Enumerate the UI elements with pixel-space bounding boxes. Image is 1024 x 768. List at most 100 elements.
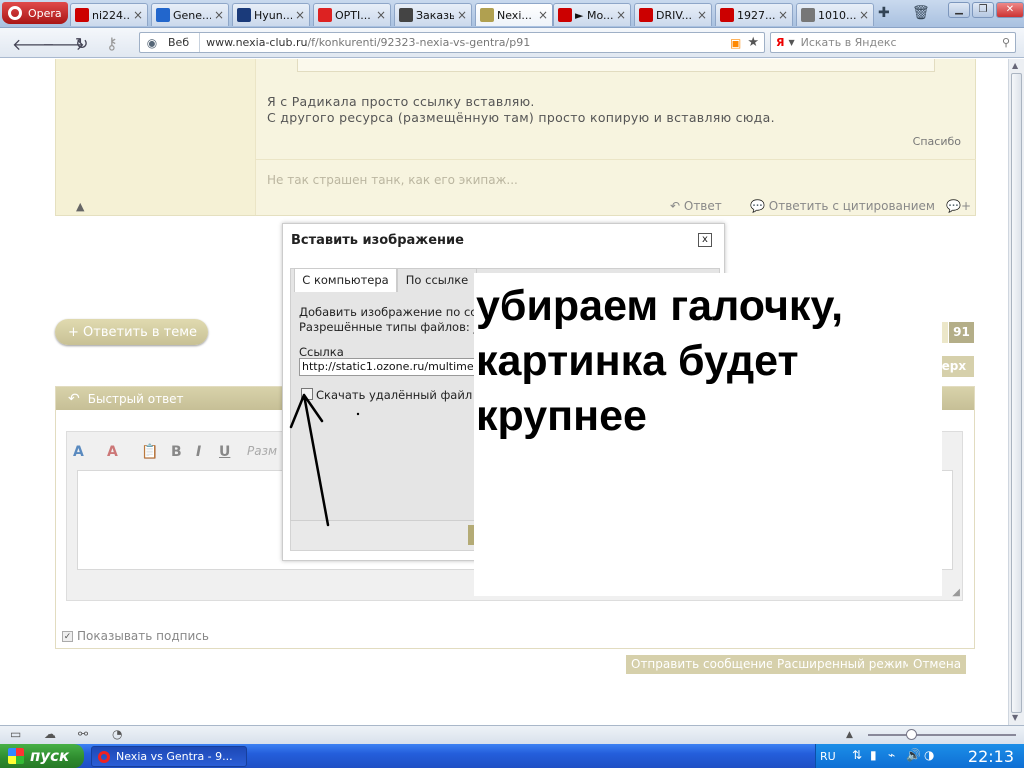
cloud-icon[interactable]: ☁ (44, 727, 56, 741)
show-signature-checkbox[interactable]: ✓ (62, 630, 73, 642)
close-tab-icon[interactable]: × (295, 8, 305, 22)
browser-tab-label: Gene... (173, 8, 211, 22)
annotation-text: убираем галочку, картинка будет крупнее (476, 282, 844, 440)
close-tab-icon[interactable]: × (214, 8, 224, 22)
minimize-button[interactable]: ▁ (948, 2, 970, 18)
zoom-caret-icon[interactable]: ▲ (846, 730, 853, 740)
bookmark-star-icon[interactable]: ★ (747, 35, 759, 50)
close-tab-icon[interactable]: × (538, 8, 548, 22)
share-icon[interactable]: ⚯ (78, 727, 88, 741)
browser-tab[interactable]: 1010... × (796, 3, 874, 26)
trash-icon[interactable]: 🗑 (912, 5, 930, 21)
tray-app-icon[interactable]: ◑ (924, 748, 934, 762)
tab-by-link[interactable]: По ссылке (397, 268, 477, 292)
zoom-slider-knob[interactable] (906, 729, 917, 740)
url-text[interactable]: www.nexia-club.ru/f/konkurenti/92323-nex… (200, 36, 730, 49)
post-body: Я с Радикала просто ссылку вставляю. С д… (267, 94, 775, 126)
new-tab-icon[interactable]: ✚ (878, 5, 890, 21)
underline-icon[interactable]: U (219, 444, 230, 460)
feed-icon[interactable]: ▣ (730, 36, 741, 50)
dialog-desc-line: Разрешённые типы файлов: jpg (299, 320, 492, 334)
browser-tab[interactable]: DRIV... × (634, 3, 712, 26)
scroll-top-button[interactable]: верх (938, 356, 974, 377)
reply-quote-button[interactable]: 💬 Ответить с цитированием (750, 199, 935, 213)
search-placeholder: Искать в Яндекс (800, 36, 897, 49)
tab-bar: Opera ni224... × Gene... × Hyun... × OPTI... × З… (0, 0, 1024, 28)
scroll-top-label: верх (938, 359, 967, 373)
close-tab-icon[interactable]: × (457, 8, 467, 22)
u-letter-icon (720, 8, 734, 22)
yandex-icon (318, 8, 332, 22)
tab-from-computer[interactable]: С компьютера (294, 268, 397, 292)
usb-icon[interactable]: ⌁ (888, 748, 895, 762)
reply-in-topic-button[interactable]: + Ответить в теме (55, 319, 208, 345)
browser-tab[interactable]: Nexi... × (475, 3, 553, 26)
start-button[interactable]: пуск (0, 744, 84, 768)
post-line: Я с Радикала просто ссылку вставляю. (267, 94, 535, 109)
font-color-icon[interactable]: A (73, 444, 84, 460)
close-window-button[interactable]: ✕ (996, 2, 1024, 18)
close-tab-icon[interactable]: × (616, 8, 626, 22)
volume-icon[interactable]: 🔊 (906, 748, 921, 762)
panel-toggle-icon[interactable]: ▭ (10, 727, 21, 741)
browser-tab[interactable]: 1927... × (715, 3, 793, 26)
dialog-desc-line: Добавить изображение по ссы (299, 305, 486, 319)
scroll-up-icon[interactable]: ▲ (1012, 61, 1018, 70)
maximize-button[interactable]: ❐ (972, 2, 994, 18)
chevron-down-icon[interactable]: ▼ (788, 38, 794, 47)
annotation-overlay: убираем галочку, картинка будет крупнее (474, 273, 942, 596)
report-warning-icon[interactable]: ▲ (76, 200, 84, 213)
show-signature-option[interactable]: ✓ Показывать подпись (62, 629, 209, 643)
browser-tab[interactable]: Gene... × (151, 3, 229, 26)
close-tab-icon[interactable]: × (376, 8, 386, 22)
dialog-close-button[interactable]: x (698, 233, 712, 247)
search-field[interactable]: Я ▼ Искать в Яндекс ⚲ (770, 32, 1016, 53)
scroll-down-icon[interactable]: ▼ (1012, 713, 1018, 722)
address-field[interactable]: ◉ Веб www.nexia-club.ru/f/konkurenti/923… (139, 32, 765, 53)
remove-format-icon[interactable]: A (107, 444, 118, 460)
opera-menu-button[interactable]: Opera (2, 2, 68, 24)
close-tab-icon[interactable]: × (859, 8, 869, 22)
download-remote-checkbox[interactable] (301, 388, 313, 400)
paste-icon[interactable]: 📋 (141, 444, 158, 460)
speed-dial-icon[interactable]: ◔ (112, 727, 122, 741)
multiquote-icon[interactable]: 💬+ (946, 199, 971, 213)
yandex-icon: Я (776, 36, 785, 49)
opera-menu-label: Opera (28, 6, 62, 20)
search-icon[interactable]: ⚲ (1002, 36, 1010, 49)
zoom-slider[interactable] (868, 729, 1016, 740)
reply-button[interactable]: ↶ Ответ (670, 199, 722, 213)
browser-tab[interactable]: OPTI... × (313, 3, 391, 26)
font-size-select[interactable]: Разм (247, 444, 277, 458)
reload-icon[interactable]: ↻ (75, 34, 88, 53)
language-indicator[interactable]: RU (820, 750, 836, 763)
browser-tab[interactable]: Заказы × (394, 3, 472, 26)
link-input[interactable]: http://static1.ozone.ru/multimedia (299, 358, 499, 376)
bold-icon[interactable]: B (171, 444, 182, 460)
close-tab-icon[interactable]: × (778, 8, 788, 22)
resize-grip-icon[interactable]: ◢ (952, 587, 960, 598)
italic-icon[interactable]: I (196, 444, 201, 460)
reply-label: Ответ (683, 199, 722, 213)
clock: 22:13 (967, 747, 1014, 766)
cancel-button[interactable]: Отмена (908, 655, 967, 674)
thanks-link[interactable]: Спасибо (913, 135, 961, 148)
scrollbar-thumb[interactable] (1011, 73, 1022, 713)
vertical-scrollbar[interactable]: ▲ ▼ (1008, 59, 1024, 725)
send-message-button[interactable]: Отправить сообщение (626, 655, 779, 674)
pagination-current-page[interactable]: 91 (949, 322, 974, 343)
close-tab-icon[interactable]: × (133, 8, 143, 22)
browser-tab[interactable]: ni224... × (70, 3, 148, 26)
taskbar-opera-window[interactable]: Nexia vs Gentra - 9... (91, 746, 247, 767)
key-icon[interactable]: ⚷ (106, 34, 118, 53)
browser-tab[interactable]: ► Mo... × (553, 3, 631, 26)
post-line: С другого ресурса (размещённую там) прос… (267, 110, 775, 125)
close-tab-icon[interactable]: × (697, 8, 707, 22)
avatar-icon (801, 8, 815, 22)
network-icon[interactable]: ⇅ (852, 748, 862, 762)
signal-icon[interactable]: ▮ (870, 748, 877, 762)
advanced-mode-button[interactable]: Расширенный режим (772, 655, 917, 674)
quick-reply-title: Быстрый ответ (87, 391, 184, 406)
page-content: Я с Радикала просто ссылку вставляю. С д… (0, 59, 1008, 725)
browser-tab[interactable]: Hyun... × (232, 3, 310, 26)
